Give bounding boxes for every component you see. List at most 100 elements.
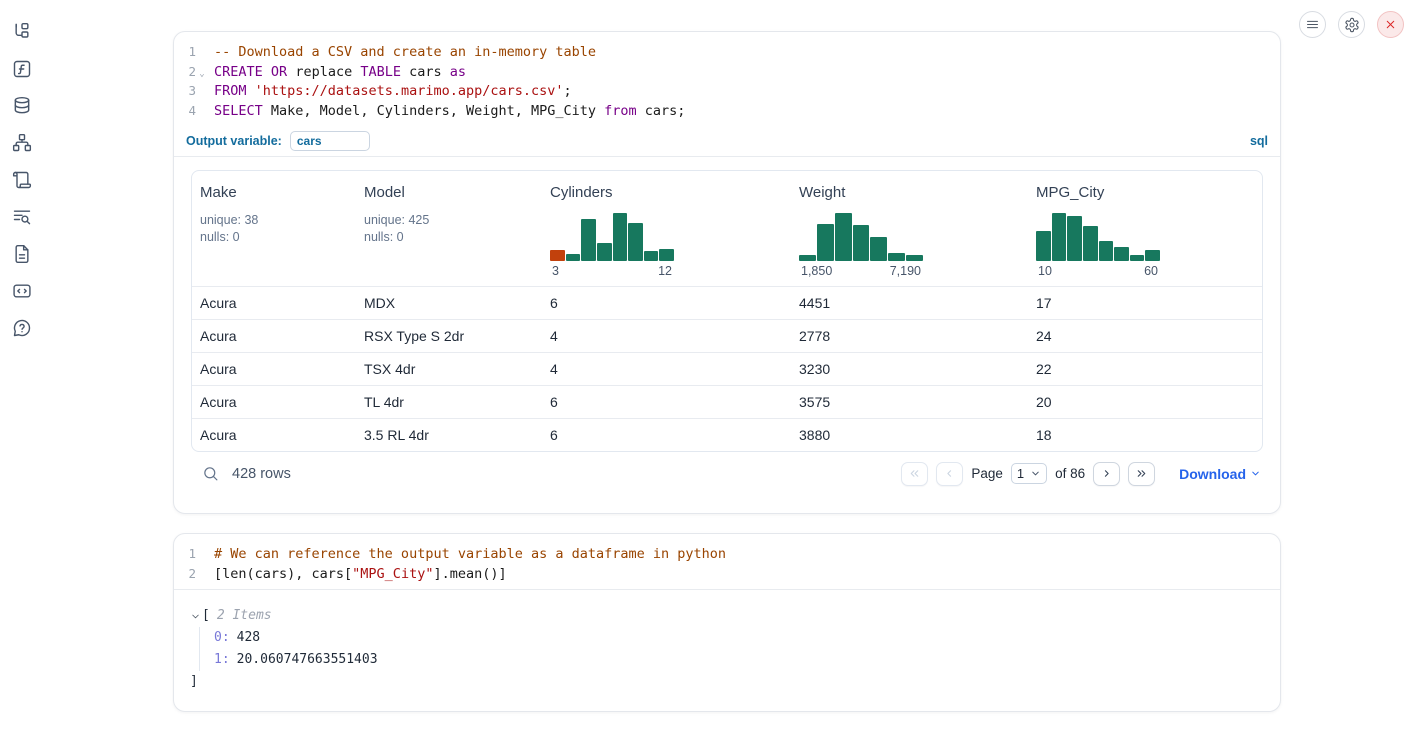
hist-bar[interactable]: [906, 255, 923, 261]
histogram-bars: [550, 213, 674, 261]
table-row[interactable]: AcuraTSX 4dr4323022: [192, 352, 1262, 385]
tree-entry: 1:20.060747663551403: [214, 649, 1264, 671]
table-cell: RSX Type S 2dr: [356, 328, 542, 344]
sql-code-editor[interactable]: 1 -- Download a CSV and create an in-memo…: [174, 32, 1280, 121]
table-row[interactable]: AcuraTL 4dr6357520: [192, 385, 1262, 418]
hist-bar[interactable]: [1099, 241, 1114, 261]
output-variable-input[interactable]: [290, 131, 370, 151]
hist-bar[interactable]: [1083, 226, 1098, 261]
token-plain: [len(cars), cars[: [214, 566, 352, 582]
hist-bar[interactable]: [799, 255, 816, 261]
snippets-icon[interactable]: [12, 280, 33, 301]
open-bracket: [: [202, 605, 210, 627]
table-cell: 20: [1028, 394, 1262, 410]
hist-bar[interactable]: [566, 254, 581, 261]
hist-bar[interactable]: [1145, 250, 1160, 261]
prev-page-button[interactable]: [936, 462, 963, 486]
help-icon[interactable]: [12, 317, 33, 338]
chevron-right-icon: [1100, 467, 1113, 480]
settings-button[interactable]: [1338, 11, 1365, 38]
hist-max-label: 60: [1144, 264, 1158, 278]
table-row[interactable]: AcuraMDX6445117: [192, 286, 1262, 319]
first-page-button[interactable]: [901, 462, 928, 486]
column-title[interactable]: MPG_City: [1036, 184, 1254, 201]
hist-min-label: 10: [1038, 264, 1052, 278]
last-page-button[interactable]: [1128, 462, 1155, 486]
table-cell: 3880: [791, 427, 1028, 443]
token-kw: as: [450, 64, 466, 80]
chevrons-left-icon: [908, 467, 921, 480]
code-text: # We can reference the output variable a…: [214, 545, 726, 565]
hist-bar[interactable]: [835, 213, 852, 261]
column-stat: unique: 38: [200, 212, 348, 228]
pagination: Page 1 of 86 Download: [901, 462, 1261, 486]
hist-bar[interactable]: [1067, 216, 1082, 261]
tree-entry: 0:428: [214, 627, 1264, 649]
hist-bar[interactable]: [550, 250, 565, 261]
file-tree-icon[interactable]: [12, 21, 33, 42]
hist-bar[interactable]: [1052, 213, 1067, 261]
hist-bar[interactable]: [613, 213, 628, 261]
close-button[interactable]: [1377, 11, 1404, 38]
table-row[interactable]: Acura3.5 RL 4dr6388018: [192, 418, 1262, 451]
fold-toggle-icon[interactable]: ⌄: [196, 65, 208, 85]
token-comment: -- Download a CSV and create an in-memor…: [214, 44, 596, 60]
token-kw: from: [604, 103, 637, 119]
function-icon[interactable]: [12, 58, 33, 79]
column-title[interactable]: Cylinders: [550, 184, 783, 201]
code-line: 1 -- Download a CSV and create an in-memo…: [174, 42, 1280, 62]
token-kw: SELECT: [214, 103, 263, 119]
hist-bar[interactable]: [1036, 231, 1051, 261]
token-str: 'https://datasets.marimo.app/cars.csv': [255, 83, 564, 99]
menu-button[interactable]: [1299, 11, 1326, 38]
table-cell: 3575: [791, 394, 1028, 410]
hist-bar[interactable]: [888, 253, 905, 261]
document-icon[interactable]: [12, 243, 33, 264]
hist-bar[interactable]: [597, 243, 612, 261]
line-number: 4: [174, 101, 196, 121]
download-button[interactable]: Download: [1179, 466, 1261, 482]
table-cell: 3.5 RL 4dr: [356, 427, 542, 443]
histogram-bars: [799, 213, 923, 261]
table-cell: 17: [1028, 295, 1262, 311]
table-cell: Acura: [192, 328, 356, 344]
hist-max-label: 12: [658, 264, 672, 278]
table-row[interactable]: AcuraRSX Type S 2dr4277824: [192, 319, 1262, 352]
hist-bar[interactable]: [628, 223, 643, 261]
hist-bar[interactable]: [1130, 255, 1145, 261]
table-header: Makeunique: 38nulls: 0Modelunique: 425nu…: [192, 171, 1262, 286]
download-label: Download: [1179, 466, 1246, 482]
hist-bar[interactable]: [1114, 247, 1129, 261]
hist-bar[interactable]: [581, 219, 596, 261]
hist-bar[interactable]: [644, 251, 659, 261]
items-count-label: 2 Items: [217, 605, 272, 627]
column-title[interactable]: Model: [364, 184, 534, 201]
column-title[interactable]: Make: [200, 184, 348, 201]
next-page-button[interactable]: [1093, 462, 1120, 486]
page-select[interactable]: 1: [1011, 463, 1047, 484]
hist-bar[interactable]: [659, 249, 674, 261]
language-badge: sql: [1250, 134, 1268, 148]
hist-bar[interactable]: [853, 225, 870, 261]
search-button[interactable]: [197, 461, 223, 487]
scroll-icon[interactable]: [12, 169, 33, 190]
list-search-icon[interactable]: [12, 206, 33, 227]
column-title[interactable]: Weight: [799, 184, 1020, 201]
line-number: 1: [174, 42, 196, 62]
sql-cell-output: Makeunique: 38nulls: 0Modelunique: 425nu…: [174, 157, 1280, 496]
code-line: 2[len(cars), cars["MPG_City"].mean()]: [174, 564, 1280, 584]
hist-bar[interactable]: [870, 237, 887, 261]
tree-collapse-toggle[interactable]: [190, 611, 202, 622]
column-stat: unique: 425: [364, 212, 534, 228]
python-code-editor[interactable]: 1# We can reference the output variable …: [174, 534, 1280, 590]
gear-icon: [1344, 17, 1360, 33]
table-cell: 6: [542, 394, 791, 410]
token-plain: [263, 64, 271, 80]
database-icon[interactable]: [12, 95, 33, 116]
token-kw: OR: [271, 64, 287, 80]
dependency-graph-icon[interactable]: [12, 132, 33, 153]
hist-bar[interactable]: [817, 224, 834, 261]
token-plain: replace: [287, 64, 360, 80]
code-line: 3FROM 'https://datasets.marimo.app/cars.…: [174, 81, 1280, 101]
table-cell: 4451: [791, 295, 1028, 311]
